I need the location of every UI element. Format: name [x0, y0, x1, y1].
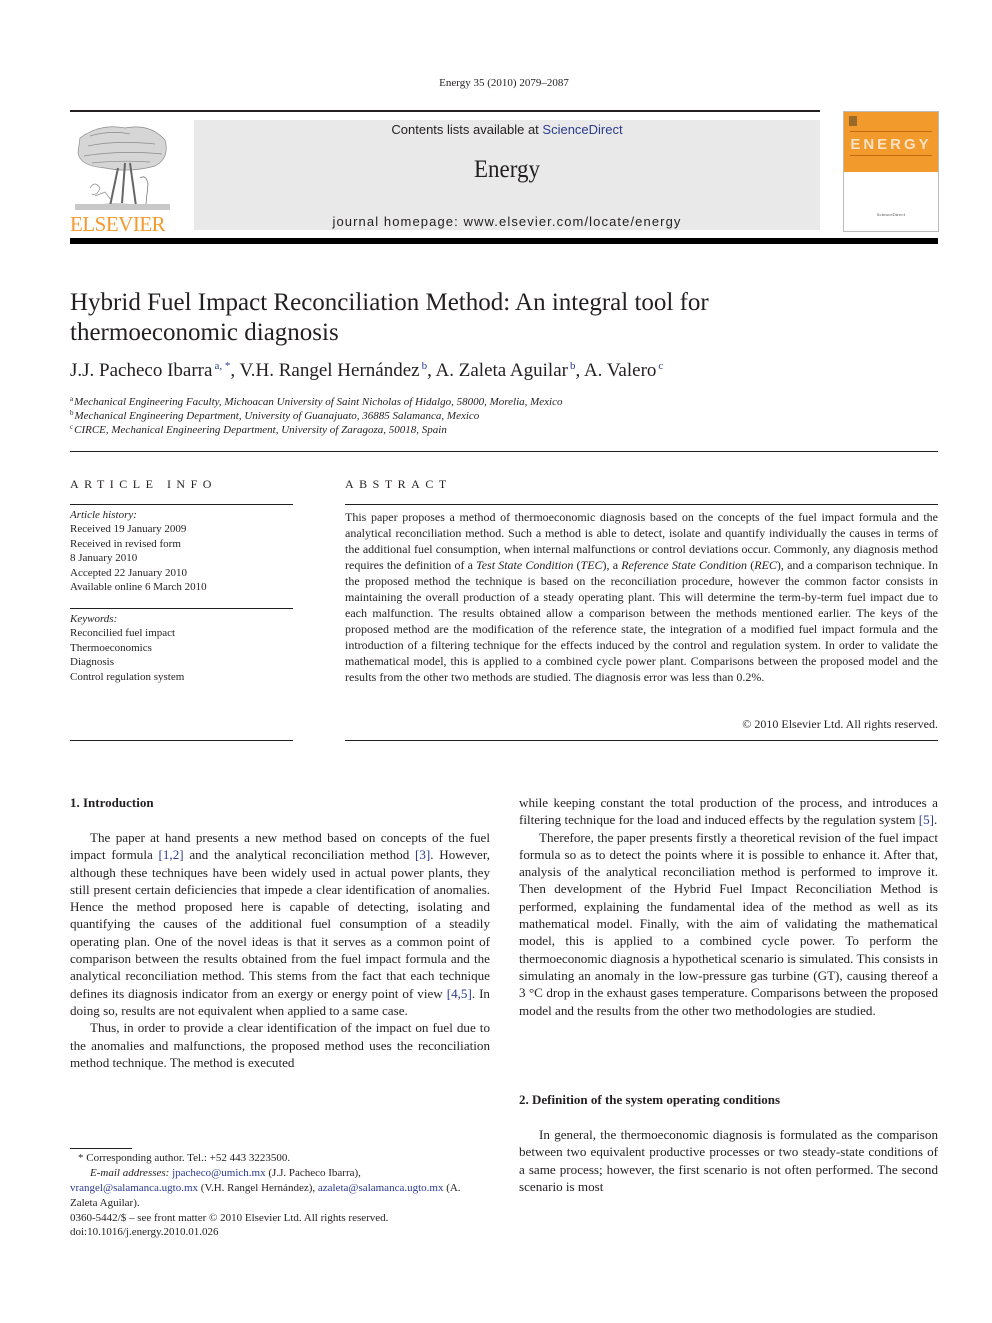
contents-prefix: Contents lists available at: [391, 122, 543, 137]
affiliation-text: Mechanical Engineering Department, Unive…: [74, 410, 480, 422]
doi-line[interactable]: doi:10.1016/j.energy.2010.01.026: [70, 1225, 219, 1240]
journal-citation: Energy 35 (2010) 2079–2087: [439, 77, 569, 89]
text-run: .: [934, 812, 938, 828]
corresponding-author-note: * Corresponding author. Tel.: +52 443 32…: [78, 1152, 291, 1164]
affiliation-key: a: [70, 395, 74, 403]
paragraph: Therefore, the paper presents firstly a …: [519, 829, 938, 1018]
abstract-heading: ABSTRACT: [345, 477, 452, 491]
citation-link[interactable]: [3]: [415, 847, 430, 862]
citation-link[interactable]: [1,2]: [159, 847, 184, 862]
cover-rule: [850, 155, 932, 156]
article-history: Article history: Received 19 January 200…: [70, 508, 293, 594]
history-item: 8 January 2010: [70, 552, 138, 565]
journal-name: Energy: [473, 156, 541, 183]
keywords-label: Keywords:: [70, 613, 118, 625]
affiliation: aMechanical Engineering Faculty, Michoac…: [70, 395, 563, 408]
section-2-heading: 2. Definition of the system operating co…: [519, 1092, 781, 1107]
section-rule: [70, 451, 938, 452]
email-link[interactable]: azaleta@salamanca.ugto.mx: [318, 1182, 444, 1194]
email-label: E-mail addresses:: [90, 1167, 170, 1179]
email-link[interactable]: vrangel@salamanca.ugto.mx: [70, 1182, 198, 1194]
section-1-heading: 1. Introduction: [70, 795, 154, 810]
cover-title: ENERGY: [850, 136, 932, 153]
keyword: Control regulation system: [70, 670, 185, 683]
abstract-term: TEC: [580, 558, 603, 572]
affiliation-text: Mechanical Engineering Faculty, Michoaca…: [74, 396, 563, 408]
affiliation: bMechanical Engineering Department, Univ…: [70, 409, 479, 422]
keyword: Diagnosis: [70, 656, 114, 669]
abstract-term: Reference State Condition: [621, 558, 748, 572]
affiliation-key: b: [70, 409, 74, 417]
email-note: E-mail addresses: jpacheco@umich.mx (J.J…: [70, 1166, 490, 1211]
column-left-text: The paper at hand presents a new method …: [70, 829, 490, 1071]
abstract-rule: [345, 504, 938, 505]
history-item: Received in revised form: [70, 537, 181, 550]
elsevier-logo[interactable]: ELSEVIER: [70, 118, 174, 236]
abstract-term: REC: [754, 558, 777, 572]
footnotes: * Corresponding author. Tel.: +52 443 32…: [70, 1151, 490, 1211]
author-affiliation-mark[interactable]: a, *: [214, 360, 230, 372]
journal-cover-thumbnail[interactable]: ENERGY ScienceDirect: [843, 111, 939, 232]
cover-rule: [850, 131, 932, 132]
history-item: Received 19 January 2009: [70, 523, 187, 536]
article-info-rule: [70, 504, 293, 505]
article-title: Hybrid Fuel Impact Reconciliation Method…: [70, 289, 709, 346]
author-name: A. Valero: [583, 360, 657, 381]
affiliation-key: c: [70, 423, 74, 431]
journal-homepage[interactable]: journal homepage: www.elsevier.com/locat…: [194, 214, 820, 229]
keywords-rule: [70, 608, 293, 609]
abstract-bottom-rule: [345, 740, 938, 741]
contents-line: Contents lists available at ScienceDirec…: [194, 122, 820, 137]
text-run: and the analytical reconciliation method: [183, 847, 415, 863]
sciencedirect-link[interactable]: ScienceDirect: [542, 122, 622, 137]
history-item: Available online 6 March 2010: [70, 581, 207, 594]
cover-sciencedirect-mark: ScienceDirect: [876, 212, 906, 217]
article-info-heading: ARTICLE INFO: [70, 477, 217, 491]
author-affiliation-mark[interactable]: b: [422, 360, 428, 372]
keyword: Reconcilied fuel impact: [70, 627, 176, 640]
email-owner: (J.J. Pacheco Ibarra),: [265, 1167, 361, 1179]
affiliation: cCIRCE, Mechanical Engineering Departmen…: [70, 423, 447, 436]
history-label: Article history:: [70, 509, 137, 521]
email-owner: (V.H. Rangel Hernández),: [198, 1182, 318, 1194]
paragraph: while keeping constant the total product…: [519, 794, 938, 829]
abstract-term: Test State Condition: [476, 558, 574, 572]
author-list: J.J. Pacheco Ibarra a, *, V.H. Rangel Her…: [70, 360, 664, 381]
header-thick-rule: [70, 238, 938, 244]
header-rule: [70, 110, 820, 112]
footnote-rule: [70, 1148, 132, 1149]
abstract-text: This paper proposes a method of thermoec…: [345, 510, 939, 684]
keyword: Thermoeconomics: [70, 641, 152, 654]
abstract-copyright: © 2010 Elsevier Ltd. All rights reserved…: [742, 717, 938, 731]
issn-line: 0360-5442/$ – see front matter © 2010 El…: [70, 1212, 389, 1224]
publisher-name: ELSEVIER: [70, 212, 166, 236]
keywords: Keywords: Reconcilied fuel impact Thermo…: [70, 612, 293, 684]
author-affiliation-mark[interactable]: b: [570, 360, 576, 372]
paragraph: The paper at hand presents a new method …: [70, 829, 490, 1019]
journal-banner: Contents lists available at ScienceDirec…: [194, 120, 820, 230]
author-name: V.H. Rangel Hernández: [239, 360, 420, 381]
author-name: A. Zaleta Aguilar: [435, 360, 568, 381]
author-name: J.J. Pacheco Ibarra: [70, 360, 213, 381]
author-affiliation-mark[interactable]: c: [658, 360, 663, 372]
text-run: . However, although these techniques hav…: [70, 847, 490, 1001]
section-2-text: In general, the thermoeconomic diagnosis…: [519, 1126, 938, 1195]
abstract-part: ), a: [602, 558, 622, 572]
paragraph: In general, the thermoeconomic diagnosis…: [519, 1127, 938, 1194]
email-link[interactable]: jpacheco@umich.mx: [172, 1167, 266, 1179]
text-run: while keeping constant the total product…: [519, 795, 938, 828]
abstract-part: ), and a comparison technique. In the pr…: [345, 558, 939, 684]
article-info-bottom-rule: [70, 740, 293, 741]
cover-orange-block: ENERGY: [844, 112, 938, 172]
citation-link[interactable]: [4,5]: [447, 986, 472, 1001]
column-right-text: while keeping constant the total product…: [519, 794, 938, 1019]
paragraph: Thus, in order to provide a clear identi…: [70, 1020, 490, 1070]
cover-logo-icon: [849, 116, 857, 126]
citation-link[interactable]: [5]: [919, 812, 934, 827]
affiliation-text: CIRCE, Mechanical Engineering Department…: [74, 424, 447, 436]
history-item: Accepted 22 January 2010: [70, 566, 187, 579]
